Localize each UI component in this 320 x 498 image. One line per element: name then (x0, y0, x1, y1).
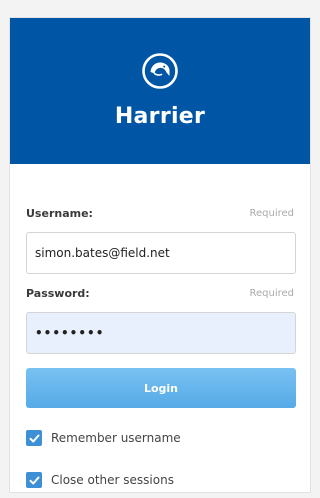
username-required-hint: Required (249, 207, 294, 219)
checkmark-icon (29, 434, 39, 442)
login-card: Harrier Username: Required Password: Req… (9, 17, 311, 493)
password-input[interactable] (26, 312, 296, 354)
password-required-hint: Required (249, 287, 294, 299)
remember-username-checkbox[interactable] (26, 430, 42, 446)
remember-username-option[interactable]: Remember username (26, 428, 294, 448)
login-form: Username: Required Password: Required Lo… (10, 204, 310, 490)
bird-logo-icon (142, 53, 178, 89)
username-input[interactable] (26, 232, 296, 274)
brand-header: Harrier (10, 18, 310, 164)
close-other-sessions-option[interactable]: Close other sessions (26, 470, 294, 490)
checkmark-icon (29, 476, 39, 484)
username-label: Username: (26, 206, 93, 220)
password-label: Password: (26, 286, 90, 300)
remember-username-label: Remember username (51, 431, 181, 445)
login-button[interactable]: Login (26, 368, 296, 408)
close-other-sessions-label: Close other sessions (51, 473, 174, 487)
brand-name: Harrier (114, 104, 206, 129)
close-other-sessions-checkbox[interactable] (26, 472, 42, 488)
password-header: Password: Required (26, 284, 294, 302)
username-header: Username: Required (26, 204, 294, 222)
